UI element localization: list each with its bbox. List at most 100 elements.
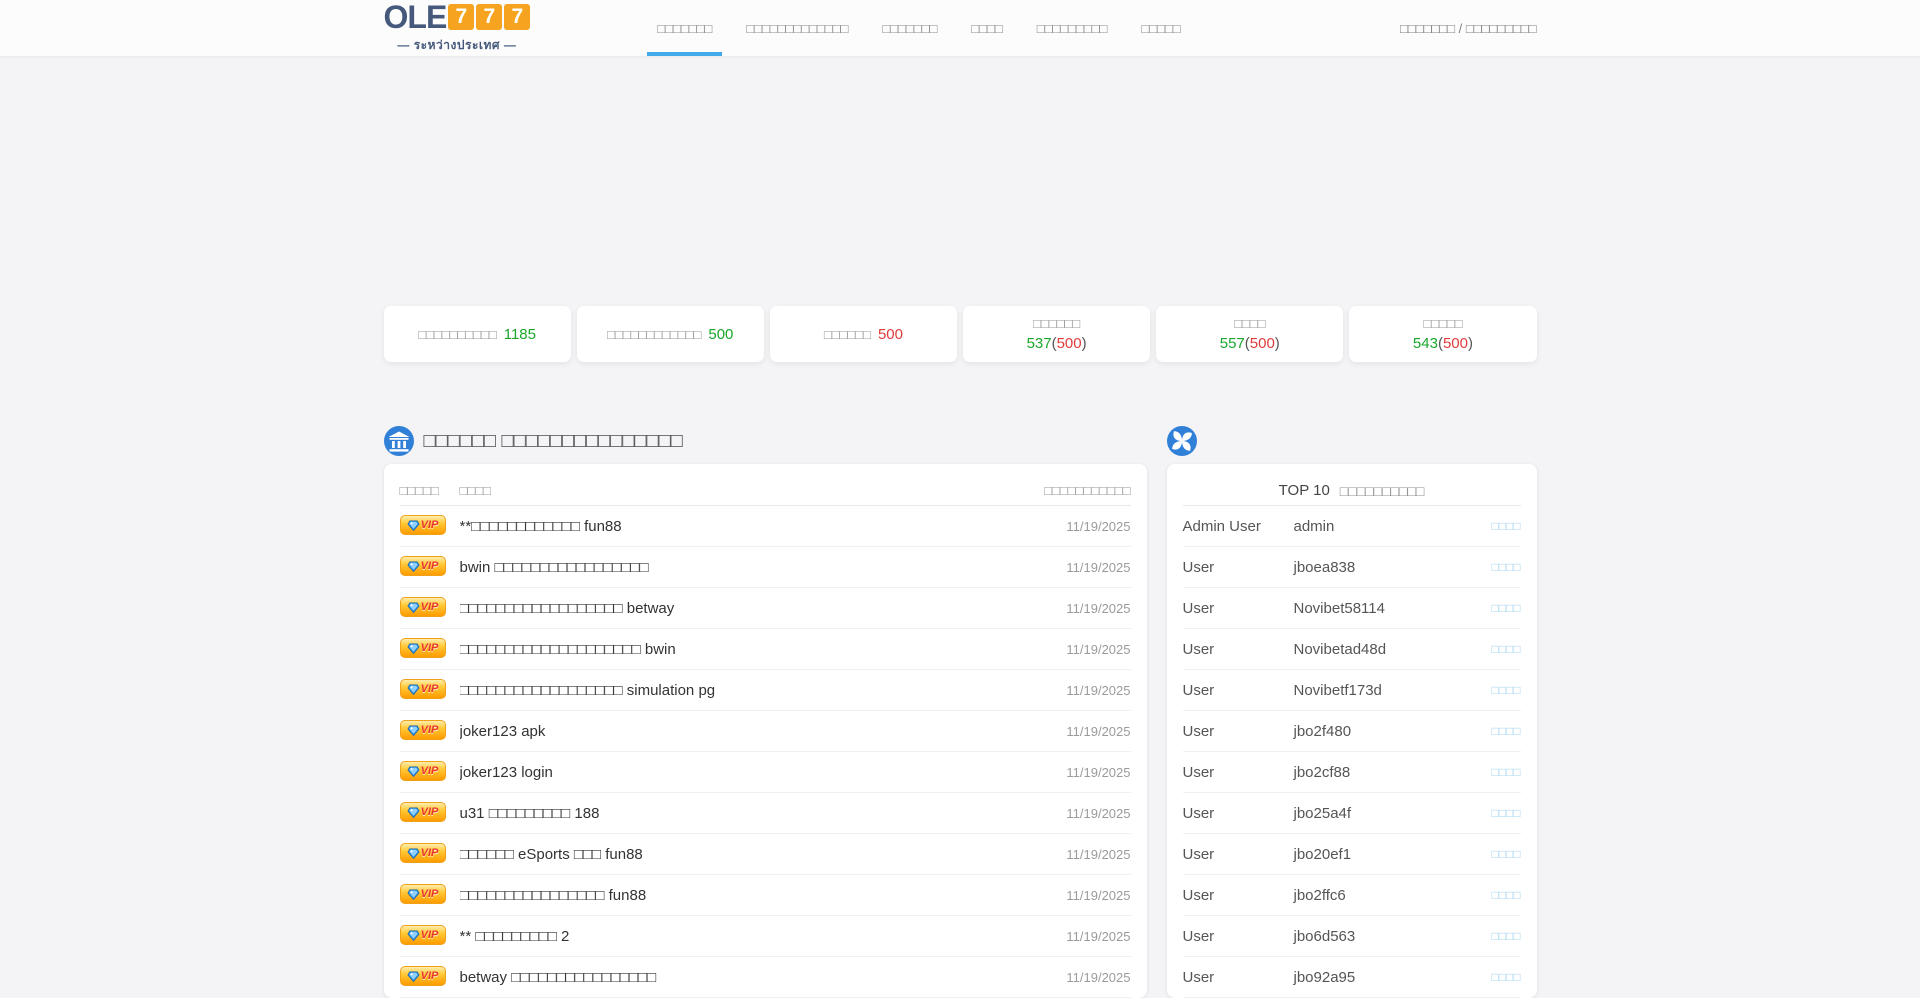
nav-item[interactable]: □□□□□□□□□ bbox=[1020, 0, 1125, 56]
user-view-link[interactable]: □□□□ bbox=[1492, 519, 1521, 533]
column-header-title: □□□□ bbox=[460, 483, 1045, 498]
user-role: User bbox=[1183, 805, 1294, 822]
vip-badge-icon: VIP bbox=[400, 966, 446, 986]
table-row: VIP ** □□□□□□□□□ 2 11/19/2025 bbox=[400, 916, 1131, 957]
user-row: User jbo20ef1 □□□□ bbox=[1183, 834, 1521, 875]
topic-title-link[interactable]: □□□□□□□□□□□□□□□□□□ betway bbox=[460, 600, 1067, 617]
user-role: User bbox=[1183, 641, 1294, 658]
topic-title-link[interactable]: joker123 apk bbox=[460, 723, 1067, 740]
top-navbar: OLE 7 7 7 — ระหว่างประเทศ — □□□□□□□ □□□□… bbox=[0, 0, 1920, 56]
stat-card: □□□□□□□□□□□□ 500 bbox=[577, 306, 764, 362]
vip-label: VIP bbox=[421, 684, 439, 695]
user-role: User bbox=[1183, 723, 1294, 740]
vip-badge-icon: VIP bbox=[400, 515, 446, 535]
stat-value: 1185 bbox=[504, 326, 536, 343]
logo-subtitle: — ระหว่างประเทศ — bbox=[384, 36, 531, 55]
topic-date: 11/19/2025 bbox=[1066, 601, 1130, 616]
user-row: User jbo6d563 □□□□ bbox=[1183, 916, 1521, 957]
topic-title-link[interactable]: □□□□□□□□□□□□□□□□□□□□ bwin bbox=[460, 641, 1067, 658]
username: Novibet58114 bbox=[1294, 600, 1492, 617]
vip-label: VIP bbox=[421, 807, 439, 818]
topic-date: 11/19/2025 bbox=[1066, 888, 1130, 903]
topic-title-link[interactable]: ** □□□□□□□□□ 2 bbox=[460, 928, 1067, 945]
user-role: User bbox=[1183, 600, 1294, 617]
stat-label: □□□□ bbox=[1234, 316, 1265, 331]
vip-badge-icon: VIP bbox=[400, 679, 446, 699]
user-row: User jbo92a95 □□□□ bbox=[1183, 957, 1521, 998]
stat-value: 537 bbox=[1027, 335, 1052, 352]
table-row: VIP bwin □□□□□□□□□□□□□□□□□ 11/19/2025 bbox=[400, 547, 1131, 588]
stat-secondary-value: 500 bbox=[1057, 335, 1082, 352]
vip-badge-icon: VIP bbox=[400, 597, 446, 617]
topic-date: 11/19/2025 bbox=[1066, 929, 1130, 944]
user-view-link[interactable]: □□□□ bbox=[1492, 929, 1521, 943]
user-view-link[interactable]: □□□□ bbox=[1492, 601, 1521, 615]
table-row: VIP □□□□□□□□□□□□□□□□□□ simulation pg 11/… bbox=[400, 670, 1131, 711]
login-register-link[interactable]: □□□□□□□ / □□□□□□□□□ bbox=[1400, 21, 1536, 36]
user-view-link[interactable]: □□□□ bbox=[1492, 560, 1521, 574]
table-row: VIP u31 □□□□□□□□□ 188 11/19/2025 bbox=[400, 793, 1131, 834]
logo-seven-block: 7 bbox=[504, 4, 530, 30]
bank-icon bbox=[384, 426, 414, 456]
topics-list: VIP **□□□□□□□□□□□□ fun88 11/19/2025 bbox=[400, 506, 1131, 998]
topic-title-link[interactable]: bwin □□□□□□□□□□□□□□□□□ bbox=[460, 559, 1067, 576]
main-nav: □□□□□□□ □□□□□□□□□□□□□ □□□□□□□ □□□□ □□□□□… bbox=[640, 0, 1197, 56]
topic-title-link[interactable]: **□□□□□□□□□□□□ fun88 bbox=[460, 518, 1067, 535]
topics-panel: □□□□□ □□□□ □□□□□□□□□□□ bbox=[384, 464, 1147, 998]
stat-card: □□□□□□□□□□ 1185 bbox=[384, 306, 571, 362]
vip-label: VIP bbox=[421, 930, 439, 941]
column-header-type: □□□□□ bbox=[400, 483, 460, 498]
user-view-link[interactable]: □□□□ bbox=[1492, 847, 1521, 861]
user-view-link[interactable]: □□□□ bbox=[1492, 724, 1521, 738]
topic-date: 11/19/2025 bbox=[1066, 724, 1130, 739]
nav-item[interactable]: □□□□□□□ bbox=[640, 0, 729, 56]
nav-item[interactable]: □□□□□□□□□□□□□ bbox=[729, 0, 865, 56]
user-row: User jbo2ffc6 □□□□ bbox=[1183, 875, 1521, 916]
user-view-link[interactable]: □□□□ bbox=[1492, 888, 1521, 902]
pinwheel-icon bbox=[1167, 426, 1197, 456]
stat-value: 543 bbox=[1413, 335, 1438, 352]
vip-label: VIP bbox=[421, 889, 439, 900]
nav-item-label: □□□□□□□ bbox=[882, 21, 937, 36]
topic-title-link[interactable]: □□□□□□□□□□□□□□□□□□ simulation pg bbox=[460, 682, 1067, 699]
logo-text: OLE bbox=[384, 1, 447, 33]
site-logo[interactable]: OLE 7 7 7 — ระหว่างประเทศ — bbox=[384, 1, 531, 55]
topic-date: 11/19/2025 bbox=[1066, 519, 1130, 534]
table-row: VIP □□□□□□ eSports □□□ fun88 11/19/2025 bbox=[400, 834, 1131, 875]
vip-label: VIP bbox=[421, 561, 439, 572]
user-row: User jboea838 □□□□ bbox=[1183, 547, 1521, 588]
vip-diamond-icon bbox=[407, 601, 420, 614]
stat-label: □□□□□□ bbox=[824, 327, 871, 342]
topics-section-header: □□□□□□ □□□□□□□□□□□□□□□ bbox=[384, 425, 1147, 457]
user-view-link[interactable]: □□□□ bbox=[1492, 642, 1521, 656]
username: jbo25a4f bbox=[1294, 805, 1492, 822]
vip-diamond-icon bbox=[407, 970, 420, 983]
table-row: VIP joker123 apk 11/19/2025 bbox=[400, 711, 1131, 752]
user-view-link[interactable]: □□□□ bbox=[1492, 765, 1521, 779]
paren: ) bbox=[1082, 335, 1087, 352]
topic-date: 11/19/2025 bbox=[1066, 765, 1130, 780]
username: jboea838 bbox=[1294, 559, 1492, 576]
nav-item[interactable]: □□□□□ bbox=[1124, 0, 1197, 56]
nav-item-label: □□□□□□□□□ bbox=[1037, 21, 1108, 36]
user-view-link[interactable]: □□□□ bbox=[1492, 683, 1521, 697]
vip-label: VIP bbox=[421, 848, 439, 859]
nav-item[interactable]: □□□□ bbox=[954, 0, 1019, 56]
nav-item[interactable]: □□□□□□□ bbox=[865, 0, 954, 56]
user-view-link[interactable]: □□□□ bbox=[1492, 806, 1521, 820]
topic-date: 11/19/2025 bbox=[1066, 806, 1130, 821]
topic-title-link[interactable]: betway □□□□□□□□□□□□□□□□ bbox=[460, 969, 1067, 986]
topic-title-link[interactable]: □□□□□□□□□□□□□□□□ fun88 bbox=[460, 887, 1067, 904]
topic-date: 11/19/2025 bbox=[1066, 970, 1130, 985]
topic-title-link[interactable]: u31 □□□□□□□□□ 188 bbox=[460, 805, 1067, 822]
vip-badge-icon: VIP bbox=[400, 761, 446, 781]
user-view-link[interactable]: □□□□ bbox=[1492, 970, 1521, 984]
table-row: VIP betway □□□□□□□□□□□□□□□□ 11/19/2025 bbox=[400, 957, 1131, 998]
paren: ) bbox=[1468, 335, 1473, 352]
topic-title-link[interactable]: joker123 login bbox=[460, 764, 1067, 781]
top10-list: Admin User admin □□□□ User jboea838 □□□□… bbox=[1183, 506, 1521, 998]
user-role: User bbox=[1183, 887, 1294, 904]
topic-title-link[interactable]: □□□□□□ eSports □□□ fun88 bbox=[460, 846, 1067, 863]
logo-seven-block: 7 bbox=[448, 4, 474, 30]
nav-item-label: □□□□□□□ bbox=[657, 21, 712, 36]
